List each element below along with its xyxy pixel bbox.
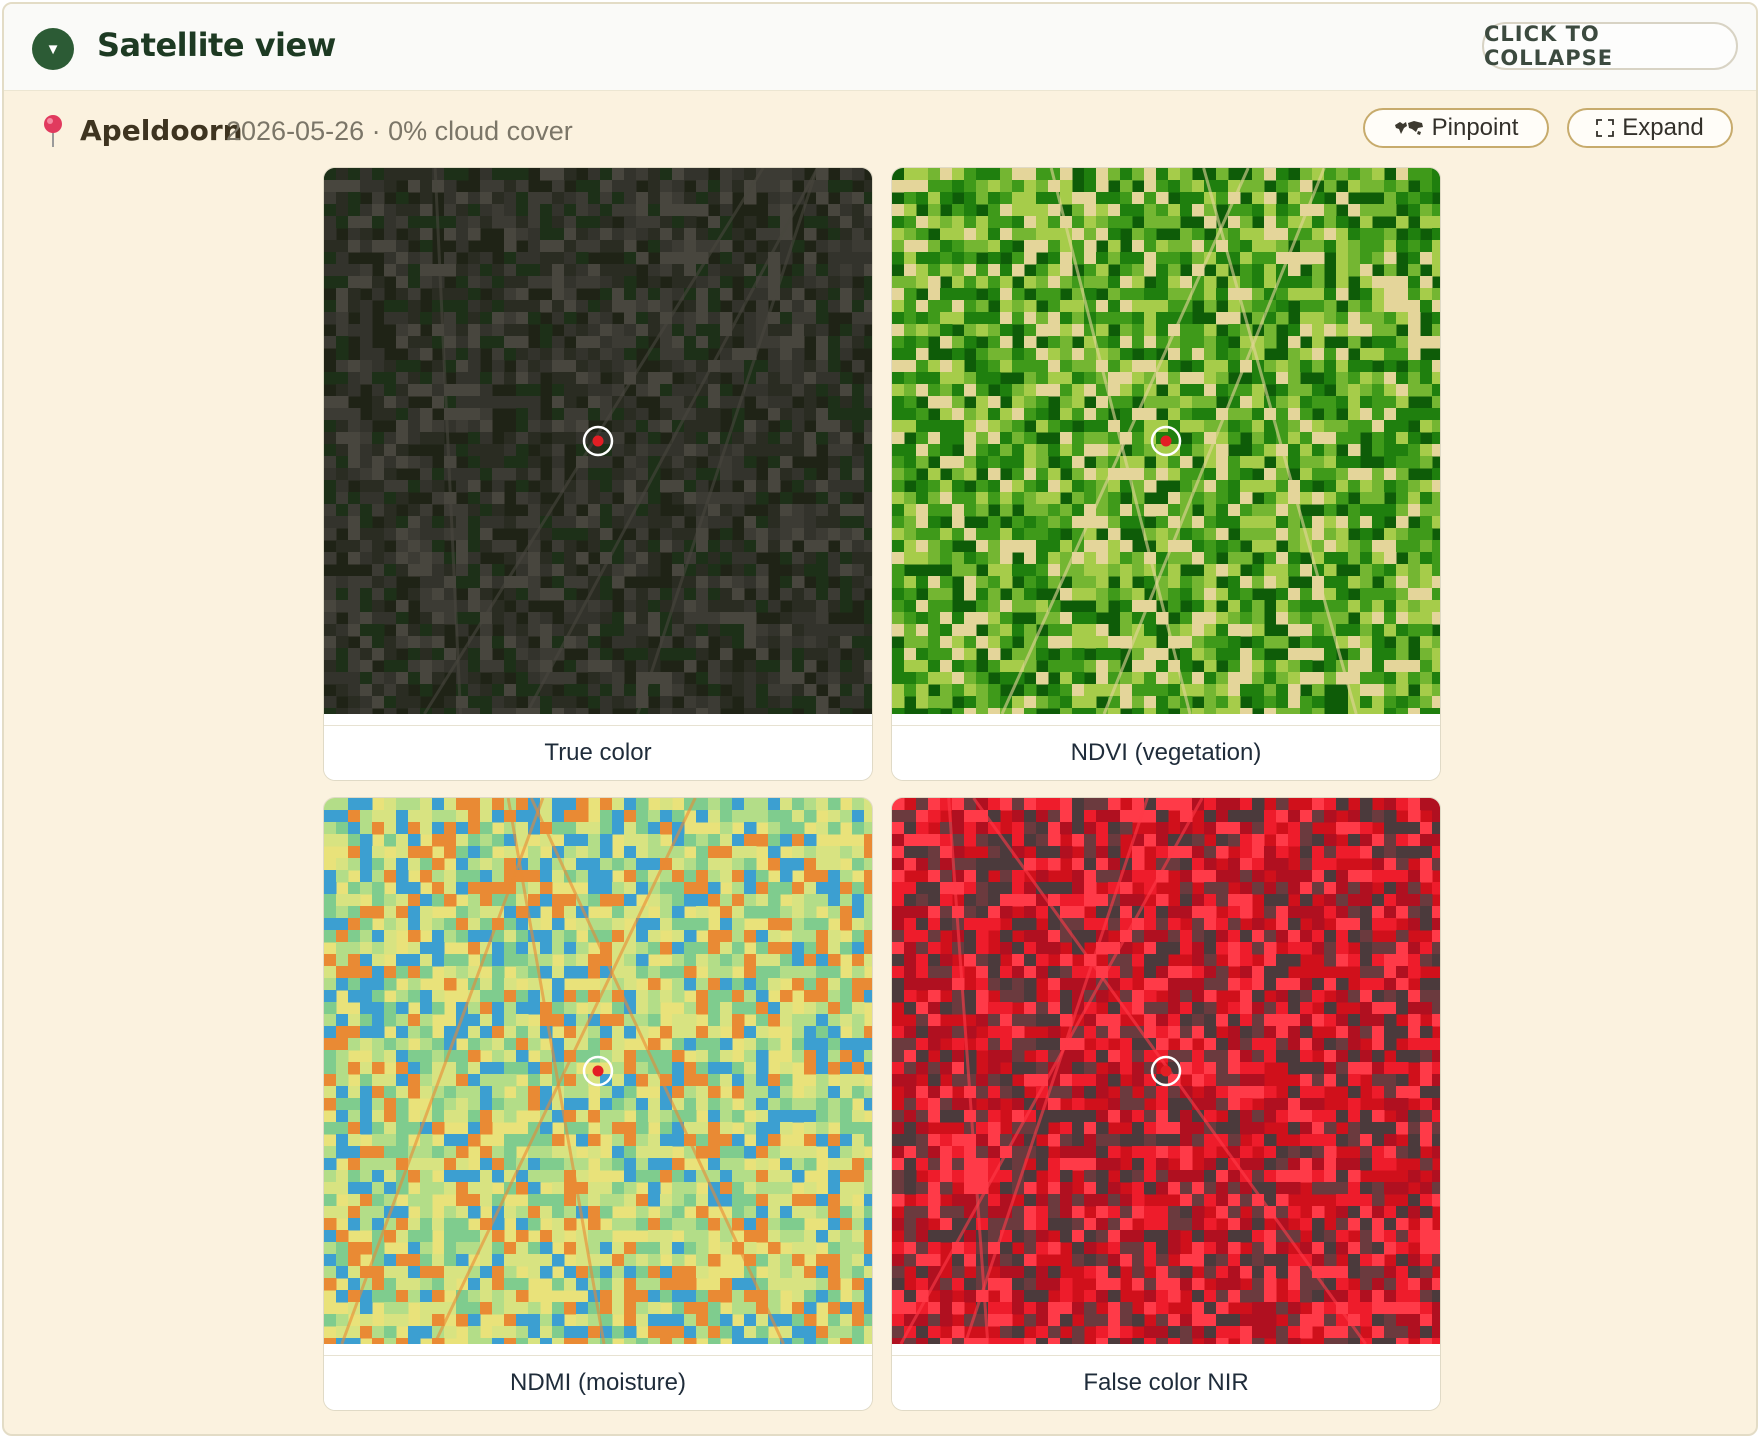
pinpoint-label: Pinpoint [1431,114,1519,141]
satellite-view-panel: ▼ Satellite view CLICK TO COLLAPSE Apeld… [2,2,1758,1436]
chevron-down-icon: ▼ [45,40,61,58]
image-caption: NDMI (moisture) [324,1355,872,1410]
collapse-toggle[interactable]: ▼ [32,28,74,70]
target-marker-icon [1150,425,1182,457]
map-pin-icon [44,115,62,147]
panel-title: Satellite view [97,26,336,64]
location-name: Apeldoorn [80,114,243,147]
target-marker-icon [582,425,614,457]
location-row: Apeldoorn 2026-05-26 · 0% cloud cover Pi… [4,90,1756,162]
panel-header[interactable]: ▼ Satellite view CLICK TO COLLAPSE [4,4,1756,91]
pinpoint-button[interactable]: Pinpoint [1363,108,1549,148]
target-marker-icon [582,1055,614,1087]
expand-label: Expand [1622,114,1704,141]
target-marker-icon [1150,1055,1182,1087]
collapse-button[interactable]: CLICK TO COLLAPSE [1482,22,1738,70]
true-color-card[interactable]: True color [323,167,873,781]
image-caption: False color NIR [892,1355,1440,1410]
world-map-icon [1394,121,1423,135]
capture-meta: 2026-05-26 · 0% cloud cover [226,116,573,146]
image-caption: True color [324,725,872,780]
expand-button[interactable]: Expand [1567,108,1733,148]
ndvi-card[interactable]: NDVI (vegetation) [891,167,1441,781]
image-caption: NDVI (vegetation) [892,725,1440,780]
false-color-nir-card[interactable]: False color NIR [891,797,1441,1411]
expand-corners-icon [1596,119,1615,137]
ndmi-card[interactable]: NDMI (moisture) [323,797,873,1411]
